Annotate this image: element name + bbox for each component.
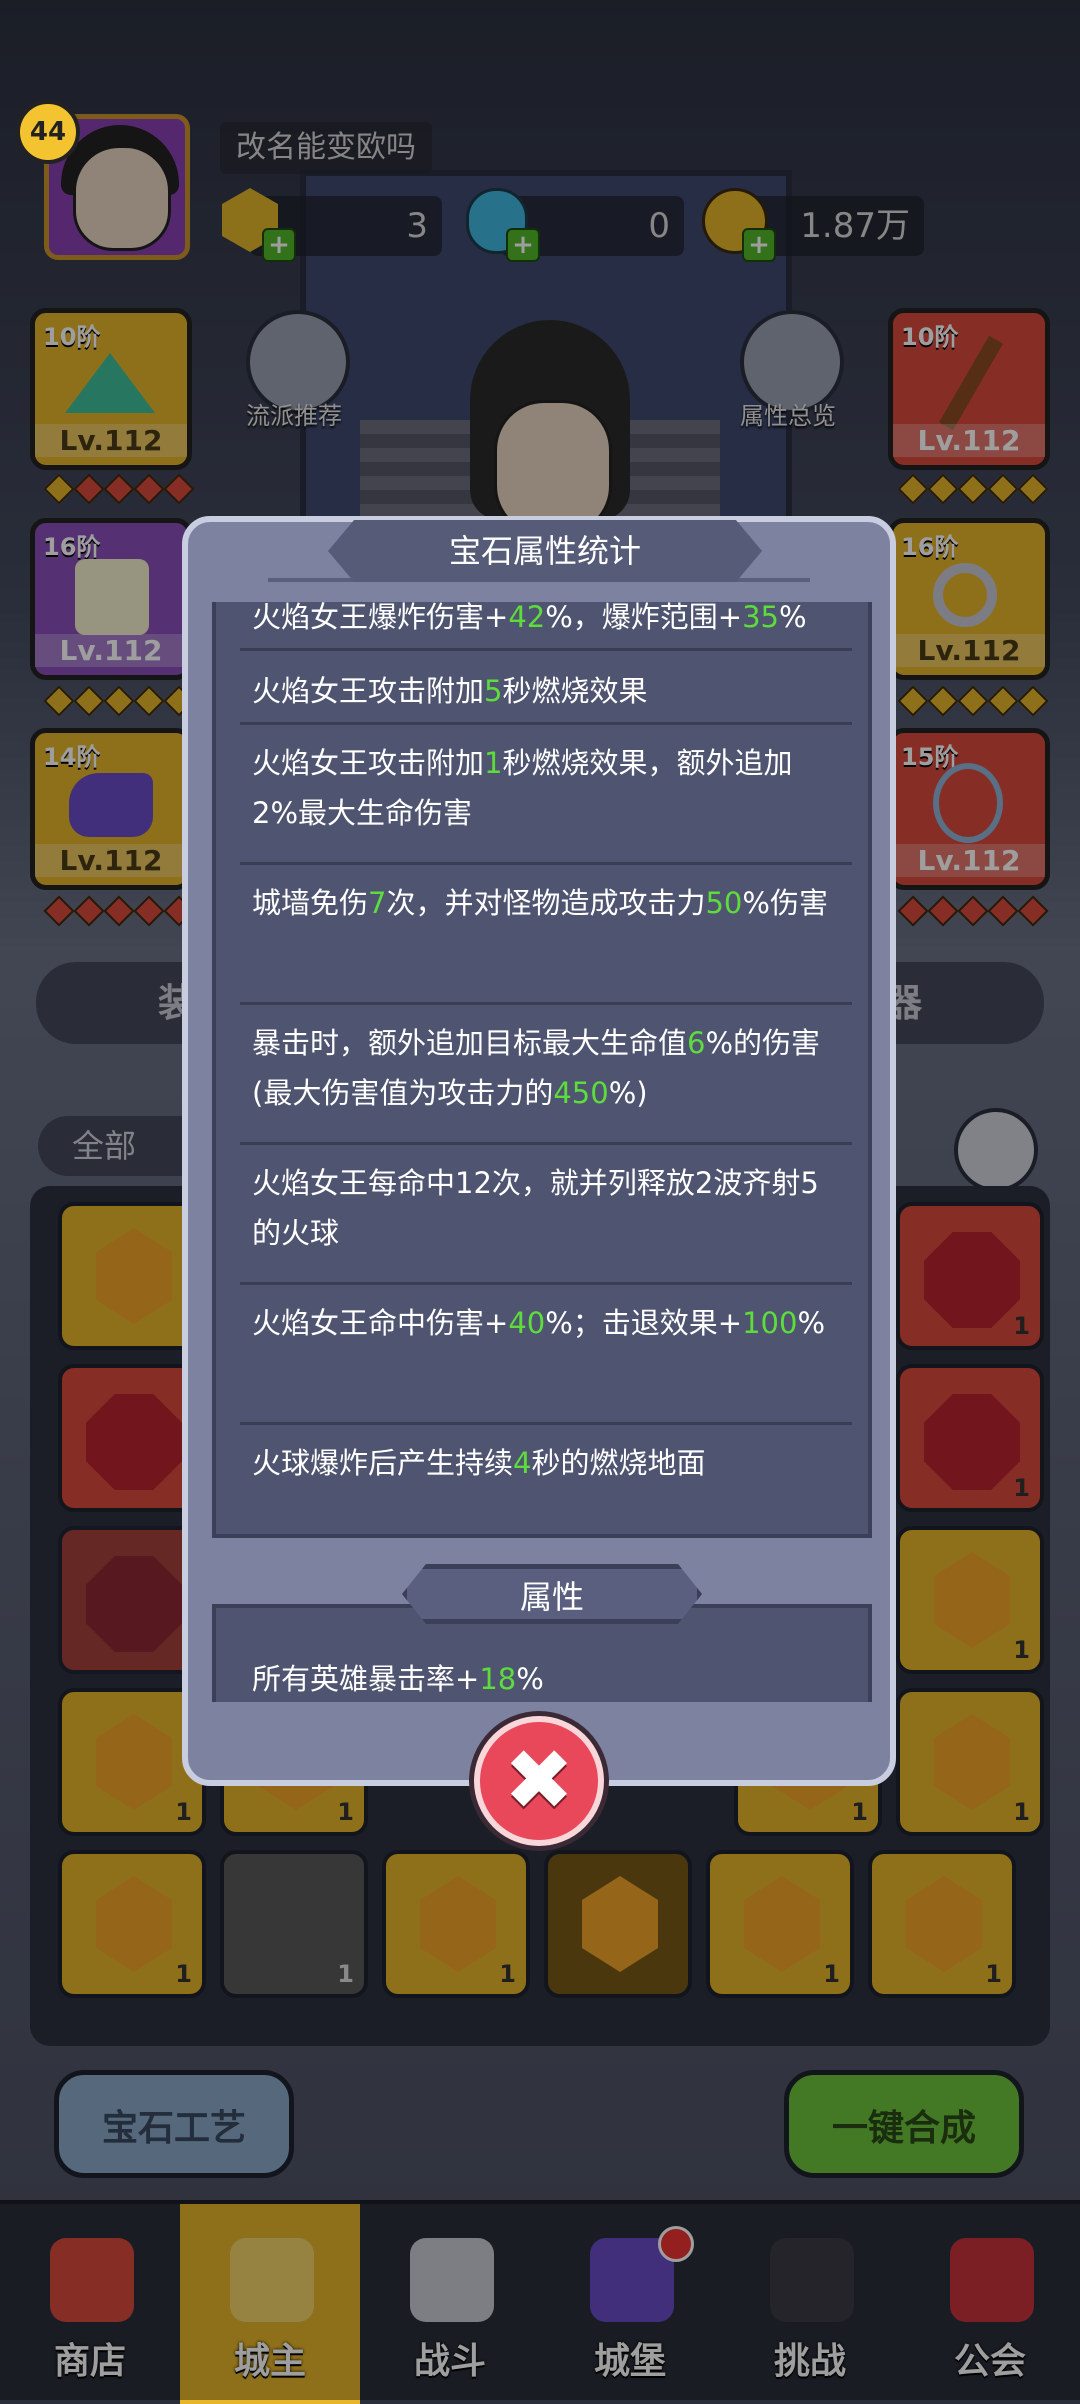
- effect-text: 次，并对怪物造成攻击力: [386, 886, 706, 920]
- effect-text: 火焰女王攻击附加: [252, 746, 485, 780]
- effect-text: 火焰女王爆炸伤害+: [252, 602, 509, 634]
- row-divider: [240, 1002, 852, 1005]
- highlight-value: 450: [553, 1076, 609, 1110]
- effect-row: 火焰女王爆炸伤害+42%，爆炸范围+35%: [252, 602, 828, 642]
- row-divider: [240, 722, 852, 725]
- effect-text: %): [608, 1076, 648, 1110]
- stats-scroll-area[interactable]: 火焰女王爆炸伤害+42%，爆炸范围+35% 火焰女王攻击附加5秒燃烧效果 火焰女…: [212, 602, 872, 1702]
- effect-row: 火焰女王攻击附加5秒燃烧效果: [252, 666, 828, 716]
- effect-text: 火焰女王命中伤害+: [252, 1306, 509, 1340]
- row-divider: [240, 1282, 852, 1285]
- effect-text: 秒燃烧效果: [502, 674, 648, 708]
- effect-text: 暴击时，额外追加目标最大生命值: [252, 1026, 688, 1060]
- effect-text: %: [797, 1306, 825, 1340]
- effect-text: 火焰女王攻击附加: [252, 674, 485, 708]
- effect-row: 火焰女王命中伤害+40%；击退效果+100%: [252, 1298, 828, 1348]
- highlight-value: 6: [687, 1026, 706, 1060]
- effect-text: %；击退效果+: [545, 1306, 743, 1340]
- effect-text: %伤害: [742, 886, 828, 920]
- effect-row: 火焰女王攻击附加1秒燃烧效果，额外追加2%最大生命伤害: [252, 738, 828, 838]
- player-level-badge: 44: [16, 100, 80, 164]
- effect-text: 秒的燃烧地面: [531, 1446, 706, 1480]
- effect-row: 暴击时，额外追加目标最大生命值6%的伤害(最大伤害值为攻击力的450%): [252, 1018, 828, 1118]
- effect-row: 城墙免伤7次，并对怪物造成攻击力50%伤害: [252, 878, 828, 928]
- effect-text: %: [778, 602, 807, 634]
- gem-attribute-stats-dialog: 宝石属性统计 火焰女王爆炸伤害+42%，爆炸范围+35% 火焰女王攻击附加5秒燃…: [182, 516, 896, 1786]
- highlight-value: 5: [484, 674, 503, 708]
- row-divider: [240, 1422, 852, 1425]
- highlight-value: 35: [742, 602, 779, 634]
- highlight-value: 40: [508, 1306, 546, 1340]
- row-divider: [240, 648, 852, 651]
- effects-panel: 火焰女王爆炸伤害+42%，爆炸范围+35% 火焰女王攻击附加5秒燃烧效果 火焰女…: [212, 602, 872, 1538]
- effect-text: 火焰女王每命中12次，就并列释放2波齐射5的火球: [252, 1166, 819, 1250]
- attribute-row: 所有英雄暴击率+18%: [252, 1654, 828, 1702]
- close-icon: ✖: [503, 1731, 575, 1829]
- effect-row: 火焰女王每命中12次，就并列释放2波齐射5的火球: [252, 1158, 828, 1258]
- highlight-value: 100: [742, 1306, 798, 1340]
- effect-text: %，爆炸范围+: [545, 602, 743, 634]
- highlight-value: 18: [479, 1662, 517, 1696]
- effect-row: 火球爆炸后产生持续4秒的燃烧地面: [252, 1438, 828, 1488]
- effect-text: 火球爆炸后产生持续: [252, 1446, 514, 1480]
- close-button[interactable]: ✖: [474, 1716, 604, 1846]
- effect-text: 城墙免伤: [252, 886, 369, 920]
- attributes-section-label: 属性: [402, 1564, 702, 1624]
- highlight-value: 1: [484, 746, 503, 780]
- highlight-value: 50: [705, 886, 743, 920]
- highlight-value: 4: [513, 1446, 532, 1480]
- row-divider: [240, 862, 852, 865]
- effect-text: 所有英雄暴击率+: [252, 1662, 480, 1696]
- highlight-value: 42: [508, 602, 546, 634]
- effect-text: %: [516, 1662, 544, 1696]
- highlight-value: 7: [368, 886, 387, 920]
- row-divider: [240, 1142, 852, 1145]
- dialog-title: 宝石属性统计: [328, 520, 762, 582]
